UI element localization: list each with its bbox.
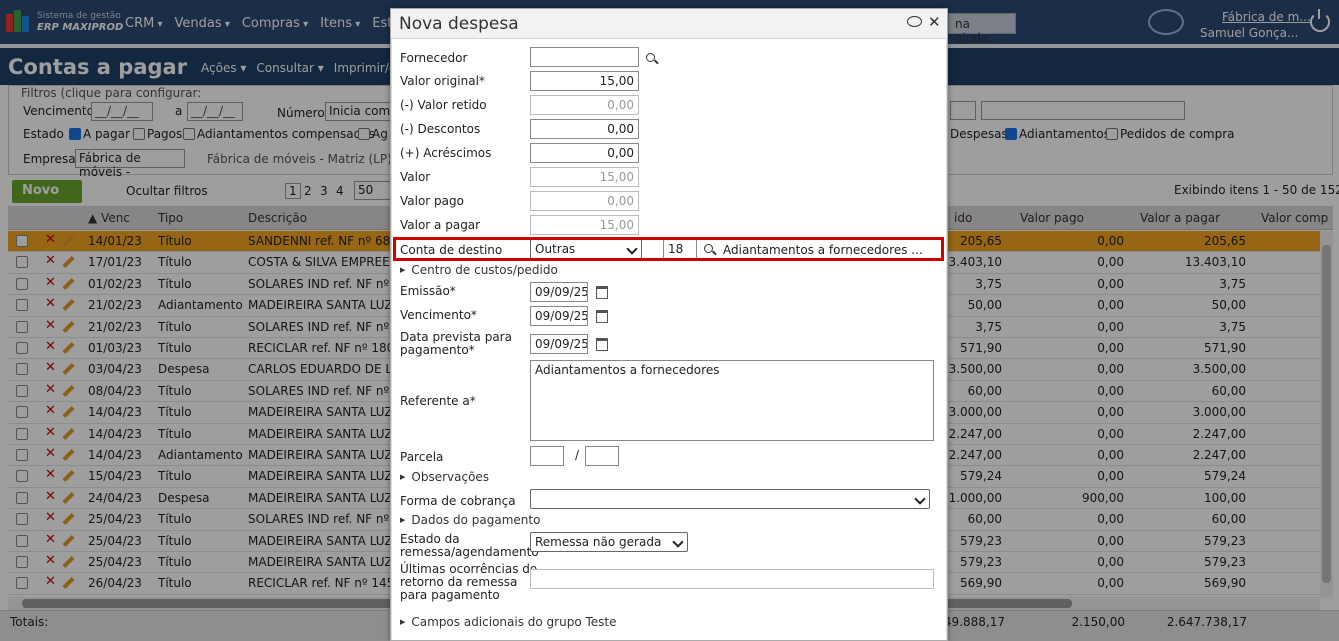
ultimas-ocorrencias-label-3: para pagamento (400, 588, 500, 602)
conta-destino-highlight (393, 237, 944, 261)
valor-retido-input[interactable]: 0,00 (530, 95, 639, 115)
descontos-label: (-) Descontos (400, 122, 481, 136)
forma-cobranca-label: Forma de cobrança (400, 494, 516, 508)
vencimento-modal-label: Vencimento* (400, 308, 477, 322)
fornecedor-label: Fornecedor (400, 51, 468, 65)
valor-a-pagar-label: Valor a pagar (400, 218, 481, 232)
referente-label: Referente a* (400, 394, 476, 408)
valor-retido-label: (-) Valor retido (400, 98, 487, 112)
dialog-titlebar: Nova despesa ✕ (391, 9, 947, 39)
parcela-separator: / (575, 448, 580, 462)
dialog-title: Nova despesa (399, 14, 519, 34)
estado-remessa-label-2: remessa/agendamento (400, 545, 539, 559)
search-icon[interactable] (646, 53, 655, 62)
data-prevista-label-2: pagamento* (400, 343, 475, 357)
valor-pago-input: 0,00 (530, 191, 639, 211)
fornecedor-input[interactable] (530, 47, 639, 67)
data-prevista-calendar-icon[interactable] (596, 338, 608, 351)
referente-textarea[interactable]: Adiantamentos a fornecedores (530, 360, 934, 441)
valor-a-pagar-input: 15,00 (530, 215, 639, 235)
centro-custos-toggle[interactable]: Centro de custos/pedido (400, 263, 557, 277)
observacoes-toggle[interactable]: Observações (400, 470, 489, 484)
acrescimos-label: (+) Acréscimos (400, 146, 492, 160)
ultimas-ocorrencias-input (530, 569, 934, 589)
vencimento-calendar-icon[interactable] (596, 310, 608, 323)
dialog-body: Fornecedor Valor original* 15,00 (-) Val… (391, 39, 947, 640)
valor-label: Valor (400, 170, 431, 184)
forma-cobranca-select[interactable] (530, 489, 930, 509)
estado-remessa-select[interactable]: Remessa não gerada (530, 532, 688, 552)
comment-icon[interactable] (907, 16, 922, 27)
emissao-input[interactable]: 09/09/25 (530, 282, 588, 302)
emissao-label: Emissão* (400, 284, 456, 298)
acrescimos-input[interactable]: 0,00 (530, 143, 639, 163)
data-prevista-input[interactable]: 09/09/25 (530, 334, 588, 354)
vencimento-input[interactable]: 09/09/25 (530, 306, 588, 326)
dados-pagamento-toggle[interactable]: Dados do pagamento (400, 513, 540, 527)
campos-adicionais-toggle[interactable]: Campos adicionais do grupo Teste (400, 615, 616, 629)
close-icon[interactable]: ✕ (928, 13, 941, 31)
parcela-input[interactable] (530, 446, 564, 466)
valor-original-label: Valor original* (400, 74, 485, 88)
parcela-label: Parcela (400, 450, 444, 464)
emissao-calendar-icon[interactable] (596, 286, 608, 299)
valor-input: 15,00 (530, 167, 639, 187)
descontos-input[interactable]: 0,00 (530, 119, 639, 139)
valor-original-input[interactable]: 15,00 (530, 71, 639, 91)
parcela-total-input[interactable] (585, 446, 619, 466)
nova-despesa-dialog: Nova despesa ✕ Fornecedor Valor original… (390, 8, 948, 641)
valor-pago-label: Valor pago (400, 194, 464, 208)
